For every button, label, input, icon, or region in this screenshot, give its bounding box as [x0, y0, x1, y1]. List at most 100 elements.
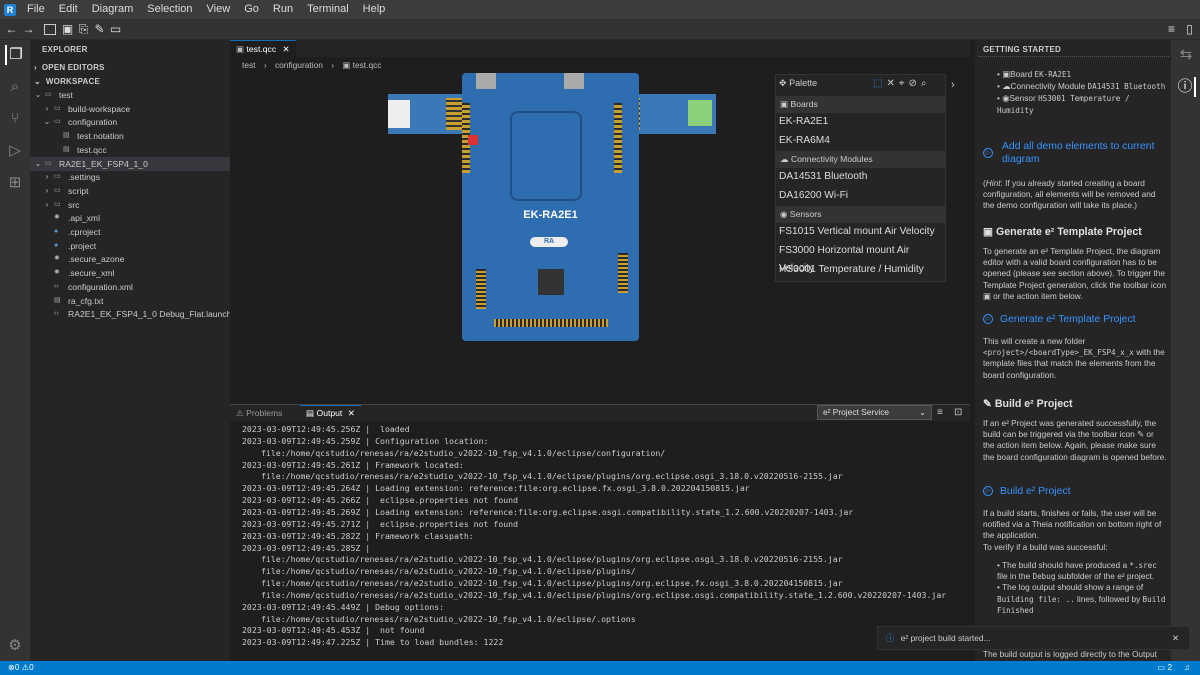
source-control-icon[interactable]: ⑂: [5, 109, 25, 129]
tree-item[interactable]: ‹› configuration.xml: [30, 280, 230, 294]
tree-item[interactable]: ⌄ ▭ test: [30, 88, 230, 102]
monitor-icon[interactable]: ▭: [108, 22, 123, 37]
right-activity-bar: ⇆ ⓘ: [1171, 40, 1200, 661]
tree-item[interactable]: › ▭ src: [30, 198, 230, 212]
bell-icon[interactable]: ♫: [1184, 661, 1190, 675]
menu-file[interactable]: File: [20, 0, 52, 19]
cloud-icon: ☁: [780, 154, 789, 165]
ek-ra2e1-board[interactable]: EK-RA2E1 RA: [462, 73, 639, 341]
output-log[interactable]: 2023-03-09T12:49:45.256Z | loaded 2023-03…: [230, 421, 970, 661]
tab-test-qcc[interactable]: ▣ test.qcc ✕: [230, 40, 296, 57]
clear-output-icon[interactable]: ≡: [937, 407, 943, 418]
tree-item[interactable]: ⌄ ▭ RA2E1_EK_FSP4_1_0: [30, 156, 230, 171]
breadcrumb-test-qcc[interactable]: test.qcc: [353, 60, 382, 70]
search-icon[interactable]: ⌕: [5, 77, 25, 97]
palette-tools: ⬚✕⌖⊘⌕: [873, 78, 930, 89]
delete-tool-icon[interactable]: ✕: [886, 78, 898, 89]
palette-group-header[interactable]: ▣ Boards: [776, 96, 945, 113]
explorer-files-icon[interactable]: ❐: [5, 45, 25, 65]
board-icon: ▣: [1002, 69, 1011, 79]
problems-status[interactable]: ⊗0 ⚠0: [8, 663, 34, 672]
tree-item[interactable]: › ▭ script: [30, 184, 230, 198]
menu-help[interactable]: Help: [356, 0, 393, 19]
open-editors-header[interactable]: › OPEN EDITORS: [34, 63, 105, 72]
palette-item[interactable]: EK-RA2E1: [779, 113, 828, 131]
workspace-header[interactable]: ⌄ WORKSPACE: [34, 77, 100, 86]
toggle-panel-icon[interactable]: [44, 24, 56, 35]
folder-icon: ▭: [54, 186, 61, 194]
chevron-right-icon[interactable]: ›: [951, 79, 955, 91]
tree-item-label: ra_cfg.txt: [68, 295, 104, 306]
tree-item[interactable]: ▤ ra_cfg.txt: [30, 294, 230, 308]
tree-item[interactable]: ✹ .api_xml: [30, 211, 230, 225]
tree-item-label: .cproject: [68, 227, 101, 237]
tree-item[interactable]: ✹ .secure_azone: [30, 252, 230, 266]
palette-group-header[interactable]: ☁ Connectivity Modules: [776, 151, 945, 169]
layout-icon[interactable]: ▯: [1182, 22, 1197, 37]
generate-template-link[interactable]: ▷ Generate e² Template Project: [983, 314, 1136, 327]
tree-item[interactable]: ‹› RA2E1_EK_FSP4_1_0 Debug_Flat.launch: [30, 307, 231, 321]
tree-item[interactable]: ⌄ ▭ configuration: [30, 115, 230, 129]
palette-item[interactable]: DA16200 Wi-Fi: [779, 187, 848, 205]
extensions-icon[interactable]: ⊞: [5, 173, 25, 193]
list-item: • ◉Sensor HS3001 Temperature / Humidity: [997, 93, 1130, 115]
lock-scroll-icon[interactable]: ⊡: [954, 407, 962, 418]
palette-item[interactable]: DA14531 Bluetooth: [779, 168, 867, 186]
menu-diagram[interactable]: Diagram: [85, 0, 141, 19]
add-demo-elements-link[interactable]: ▷ Add all demo elements to current diagra…: [983, 141, 1167, 166]
tree-item[interactable]: ● .cproject: [30, 225, 230, 239]
forward-arrow-icon[interactable]: →: [21, 22, 36, 37]
menu-edit[interactable]: Edit: [52, 0, 85, 19]
list-icon[interactable]: ≡: [1164, 22, 1179, 37]
breadcrumb-configuration[interactable]: configuration: [275, 60, 323, 70]
template-heading: ▣ Generate e² Template Project: [983, 226, 1142, 238]
explorer-title: EXPLORER: [42, 45, 88, 54]
build-wrench-icon[interactable]: ✎: [92, 22, 107, 37]
palette-search-icon[interactable]: ⌕: [921, 78, 931, 89]
notifications-count[interactable]: ▭ 2: [1157, 661, 1172, 675]
board-label: EK-RA2E1: [523, 209, 578, 221]
back-arrow-icon[interactable]: ←: [4, 22, 19, 37]
palette-item[interactable]: HS3001 Temperature / Humidity: [779, 261, 924, 279]
menu-list: File Edit Diagram Selection View Go Run Termina…: [20, 0, 392, 19]
left-connectivity-board[interactable]: [388, 94, 470, 134]
tab-output[interactable]: ▤ Output ✕: [300, 405, 361, 422]
palette-panel: ✥ Palette ⬚✕⌖⊘⌕ ▣ Boards EK-RA2E1 EK-RA6M4…: [775, 74, 946, 282]
info-icon[interactable]: ⓘ: [1176, 77, 1196, 97]
globe-icon: ●: [54, 228, 59, 235]
settings-gear-icon[interactable]: ⚙: [5, 636, 25, 656]
palette-item[interactable]: FS1015 Vertical mount Air Velocity: [779, 223, 935, 241]
tree-item[interactable]: ✹ .secure_xml: [30, 266, 230, 280]
close-tab-icon[interactable]: ✕: [348, 408, 355, 418]
tree-item[interactable]: ▤ test.qcc: [30, 143, 230, 157]
chevron-down-icon: ⌄: [43, 117, 51, 127]
select-tool-icon[interactable]: ⬚: [873, 78, 886, 89]
verify-list: • The build should have produced a *.sre…: [997, 560, 1167, 616]
tab-problems[interactable]: ⚠ Problems: [236, 408, 282, 419]
palette-group-header[interactable]: ◉ Sensors: [776, 206, 945, 224]
folder-open-icon: ▭: [45, 91, 52, 98]
tree-item[interactable]: › ▭ build-workspace: [30, 102, 230, 116]
template-project-icon[interactable]: ▣: [60, 22, 75, 37]
menu-run[interactable]: Run: [266, 0, 300, 19]
swap-icon[interactable]: ⇆: [1176, 45, 1196, 65]
menu-view[interactable]: View: [200, 0, 238, 19]
menu-selection[interactable]: Selection: [140, 0, 199, 19]
run-debug-icon[interactable]: ▷: [5, 141, 25, 161]
output-channel-select[interactable]: e² Project Service ⌄: [817, 405, 932, 420]
export-icon[interactable]: ⎘: [76, 22, 91, 37]
cloud-icon: ☁: [1002, 81, 1011, 92]
menu-go[interactable]: Go: [237, 0, 266, 19]
tree-item[interactable]: ▤ test.notation: [30, 129, 230, 143]
output-line: file:/home/qcstudio/renesas/ra/e2studio_…: [261, 471, 843, 482]
close-notification-icon[interactable]: ✕: [1172, 627, 1179, 649]
close-tab-icon[interactable]: ✕: [283, 44, 290, 54]
palette-item[interactable]: EK-RA6M4: [779, 132, 830, 150]
validate-icon[interactable]: ⊘: [908, 78, 920, 89]
breadcrumb-test[interactable]: test: [242, 60, 256, 70]
tree-item[interactable]: › ▭ .settings: [30, 170, 230, 184]
tree-item[interactable]: ● .project: [30, 239, 230, 253]
output-line: file:/home/qcstudio/renesas/ra/e2studio_…: [261, 447, 666, 458]
build-project-link[interactable]: ▷ Build e² Project: [983, 486, 1070, 499]
menu-terminal[interactable]: Terminal: [300, 0, 356, 19]
